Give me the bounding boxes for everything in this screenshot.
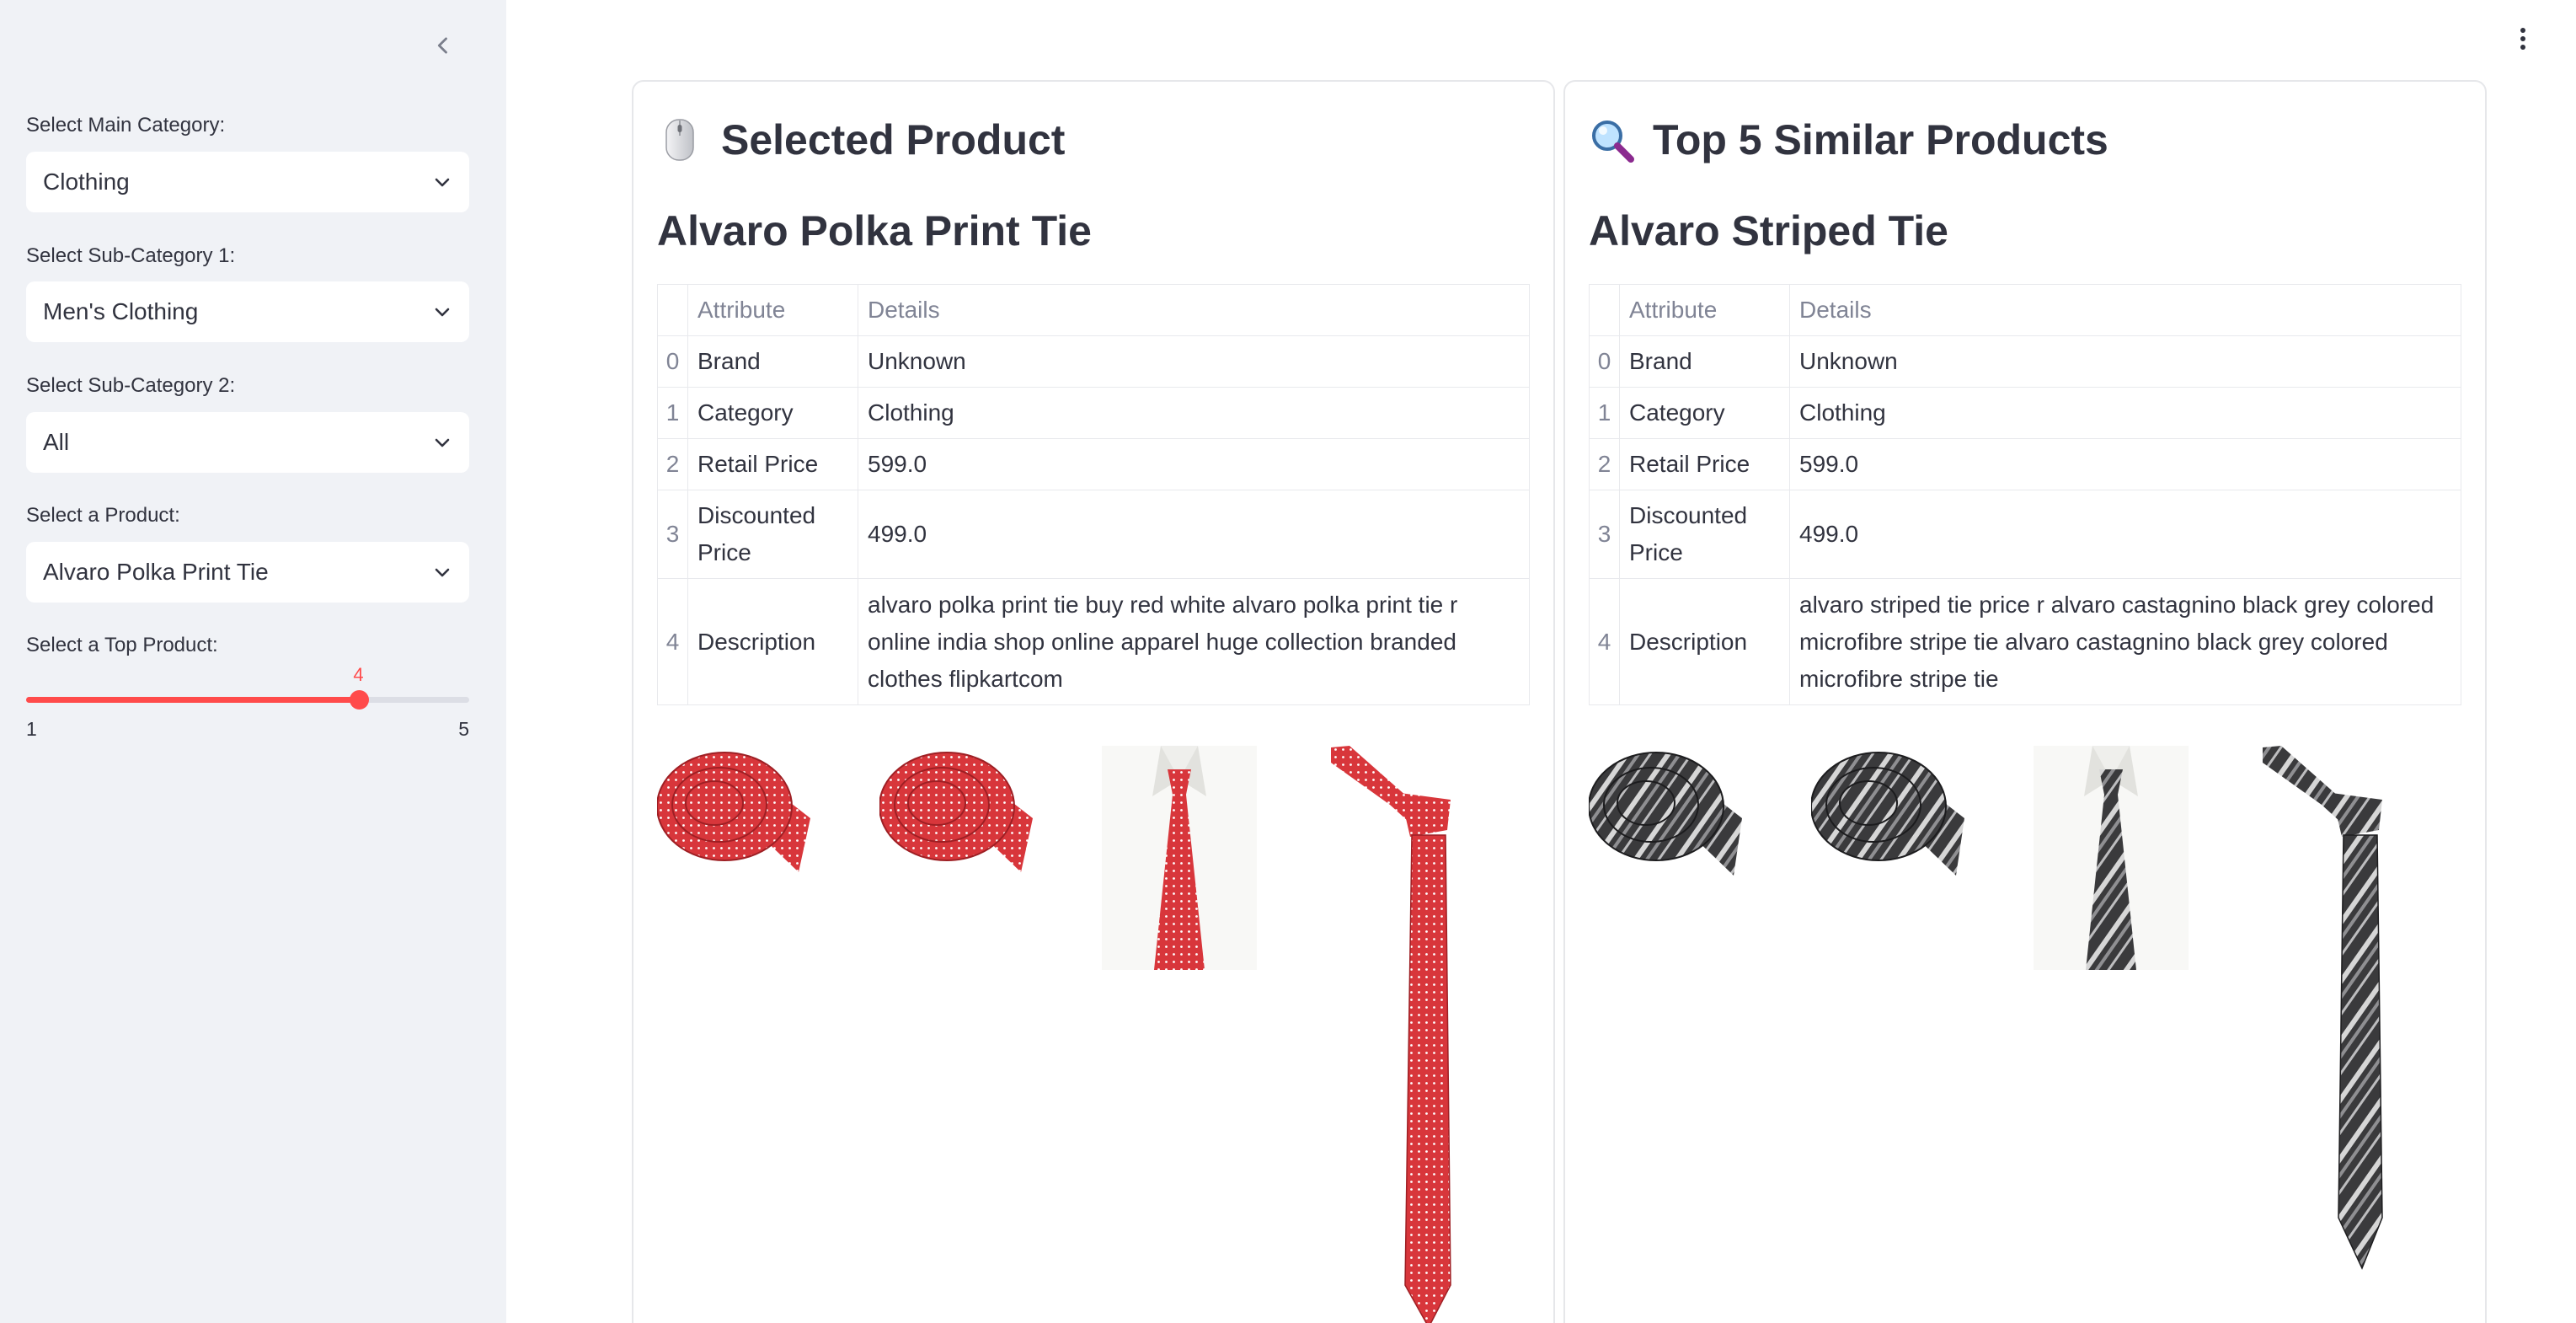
details-cell: 499.0	[858, 490, 1530, 579]
selected-product-card: Selected Product Alvaro Polka Print Tie …	[632, 80, 1555, 1323]
details-cell: 599.0	[858, 438, 1530, 490]
details-header: Details	[1789, 284, 2461, 336]
attribute-cell: Description	[1619, 578, 1790, 705]
details-header: Details	[858, 284, 1530, 336]
attribute-cell: Category	[687, 387, 858, 439]
table-row: 0 Brand Unknown	[657, 335, 1530, 388]
index-header	[657, 284, 688, 336]
chevron-down-icon	[435, 438, 450, 447]
table-row: 3 Discounted Price 499.0	[1589, 490, 2461, 579]
product-image-on-shirt[interactable]	[1102, 746, 1257, 970]
product-image-on-shirt[interactable]	[2034, 746, 2189, 970]
table-row: 4 Description alvaro striped tie price r…	[1589, 578, 2461, 705]
sub-category-2-value: All	[43, 429, 70, 455]
slider-max-label: 5	[458, 718, 469, 740]
collapse-sidebar-button[interactable]	[428, 30, 458, 61]
sidebar: Select Main Category: Clothing Select Su…	[0, 0, 506, 1323]
top-product-label: Select a Top Product:	[26, 634, 218, 656]
table-row: 0 Brand Unknown	[1589, 335, 2461, 388]
slider-value: 4	[353, 664, 364, 685]
magnifying-glass-icon	[1589, 117, 1634, 163]
selected-product-title: Alvaro Polka Print Tie	[657, 207, 1092, 254]
table-row: 4 Description alvaro polka print tie buy…	[657, 578, 1530, 705]
attribute-cell: Retail Price	[687, 438, 858, 490]
table-header-row: Attribute Details	[657, 284, 1530, 336]
details-cell: Unknown	[1789, 335, 2461, 388]
row-index: 4	[1589, 578, 1620, 705]
similar-products-header: Top 5 Similar Products	[1589, 115, 2108, 164]
row-index: 0	[657, 335, 688, 388]
product-image-full-length[interactable]	[1324, 746, 1479, 1323]
table-row: 1 Category Clothing	[1589, 387, 2461, 439]
product-image-rolled-2[interactable]	[879, 746, 1034, 881]
product-label: Select a Product:	[26, 504, 180, 527]
selected-product-table: Attribute Details 0 Brand Unknown 1 Cate…	[657, 284, 1530, 705]
details-cell: alvaro striped tie price r alvaro castag…	[1789, 578, 2461, 705]
details-cell: Clothing	[858, 387, 1530, 439]
sub-category-2-label: Select Sub-Category 2:	[26, 374, 236, 397]
main-category-value: Clothing	[43, 169, 130, 195]
attribute-header: Attribute	[1619, 284, 1790, 336]
main-menu-button[interactable]	[2513, 24, 2533, 54]
computer-mouse-icon	[657, 117, 703, 163]
index-header	[1589, 284, 1620, 336]
row-index: 2	[1589, 438, 1620, 490]
details-cell: 599.0	[1789, 438, 2461, 490]
top-product-slider[interactable]: 4 1 5	[26, 664, 469, 750]
details-cell: Unknown	[858, 335, 1530, 388]
row-index: 3	[657, 490, 688, 579]
row-index: 3	[1589, 490, 1620, 579]
table-row: 3 Discounted Price 499.0	[657, 490, 1530, 579]
attribute-cell: Category	[1619, 387, 1790, 439]
slider-thumb[interactable]	[349, 690, 369, 710]
attribute-cell: Brand	[687, 335, 858, 388]
selected-product-heading: Selected Product	[721, 116, 1066, 163]
table-row: 2 Retail Price 599.0	[1589, 438, 2461, 490]
details-cell: alvaro polka print tie buy red white alv…	[858, 578, 1530, 705]
attribute-cell: Brand	[1619, 335, 1790, 388]
main-category-select[interactable]: Clothing	[26, 152, 469, 212]
chevron-down-icon	[435, 308, 450, 317]
row-index: 1	[657, 387, 688, 439]
table-header-row: Attribute Details	[1589, 284, 2461, 336]
details-cell: Clothing	[1789, 387, 2461, 439]
product-image-rolled-2[interactable]	[1811, 746, 1966, 881]
details-cell: 499.0	[1789, 490, 2461, 579]
product-value: Alvaro Polka Print Tie	[43, 559, 269, 585]
sub-category-1-value: Men's Clothing	[43, 298, 199, 324]
table-row: 1 Category Clothing	[657, 387, 1530, 439]
similar-product-table: Attribute Details 0 Brand Unknown 1 Cate…	[1589, 284, 2461, 705]
attribute-header: Attribute	[687, 284, 858, 336]
product-image-rolled[interactable]	[1589, 746, 1744, 881]
attribute-cell: Discounted Price	[687, 490, 858, 579]
chevron-down-icon	[435, 178, 450, 187]
similar-product-images	[1589, 746, 2461, 1323]
chevron-down-icon	[435, 568, 450, 577]
slider-fill	[26, 697, 359, 703]
similar-products-heading: Top 5 Similar Products	[1653, 116, 2108, 163]
product-image-rolled[interactable]	[657, 746, 812, 881]
slider-min-label: 1	[26, 718, 37, 740]
row-index: 0	[1589, 335, 1620, 388]
attribute-cell: Retail Price	[1619, 438, 1790, 490]
similar-products-card: Top 5 Similar Products Alvaro Striped Ti…	[1563, 80, 2487, 1323]
sub-category-1-select[interactable]: Men's Clothing	[26, 281, 469, 342]
sub-category-1-label: Select Sub-Category 1:	[26, 244, 236, 267]
row-index: 1	[1589, 387, 1620, 439]
row-index: 4	[657, 578, 688, 705]
product-image-full-length[interactable]	[2256, 746, 2411, 1323]
similar-product-title: Alvaro Striped Tie	[1589, 207, 1948, 254]
product-select[interactable]: Alvaro Polka Print Tie	[26, 542, 469, 603]
attribute-cell: Discounted Price	[1619, 490, 1790, 579]
table-row: 2 Retail Price 599.0	[657, 438, 1530, 490]
main-category-label: Select Main Category:	[26, 114, 226, 137]
selected-product-images	[657, 746, 1530, 1323]
attribute-cell: Description	[687, 578, 858, 705]
kebab-menu-icon	[2520, 28, 2525, 33]
row-index: 2	[657, 438, 688, 490]
selected-product-header: Selected Product	[657, 115, 1065, 164]
sub-category-2-select[interactable]: All	[26, 412, 469, 473]
chevron-left-icon	[437, 37, 447, 54]
